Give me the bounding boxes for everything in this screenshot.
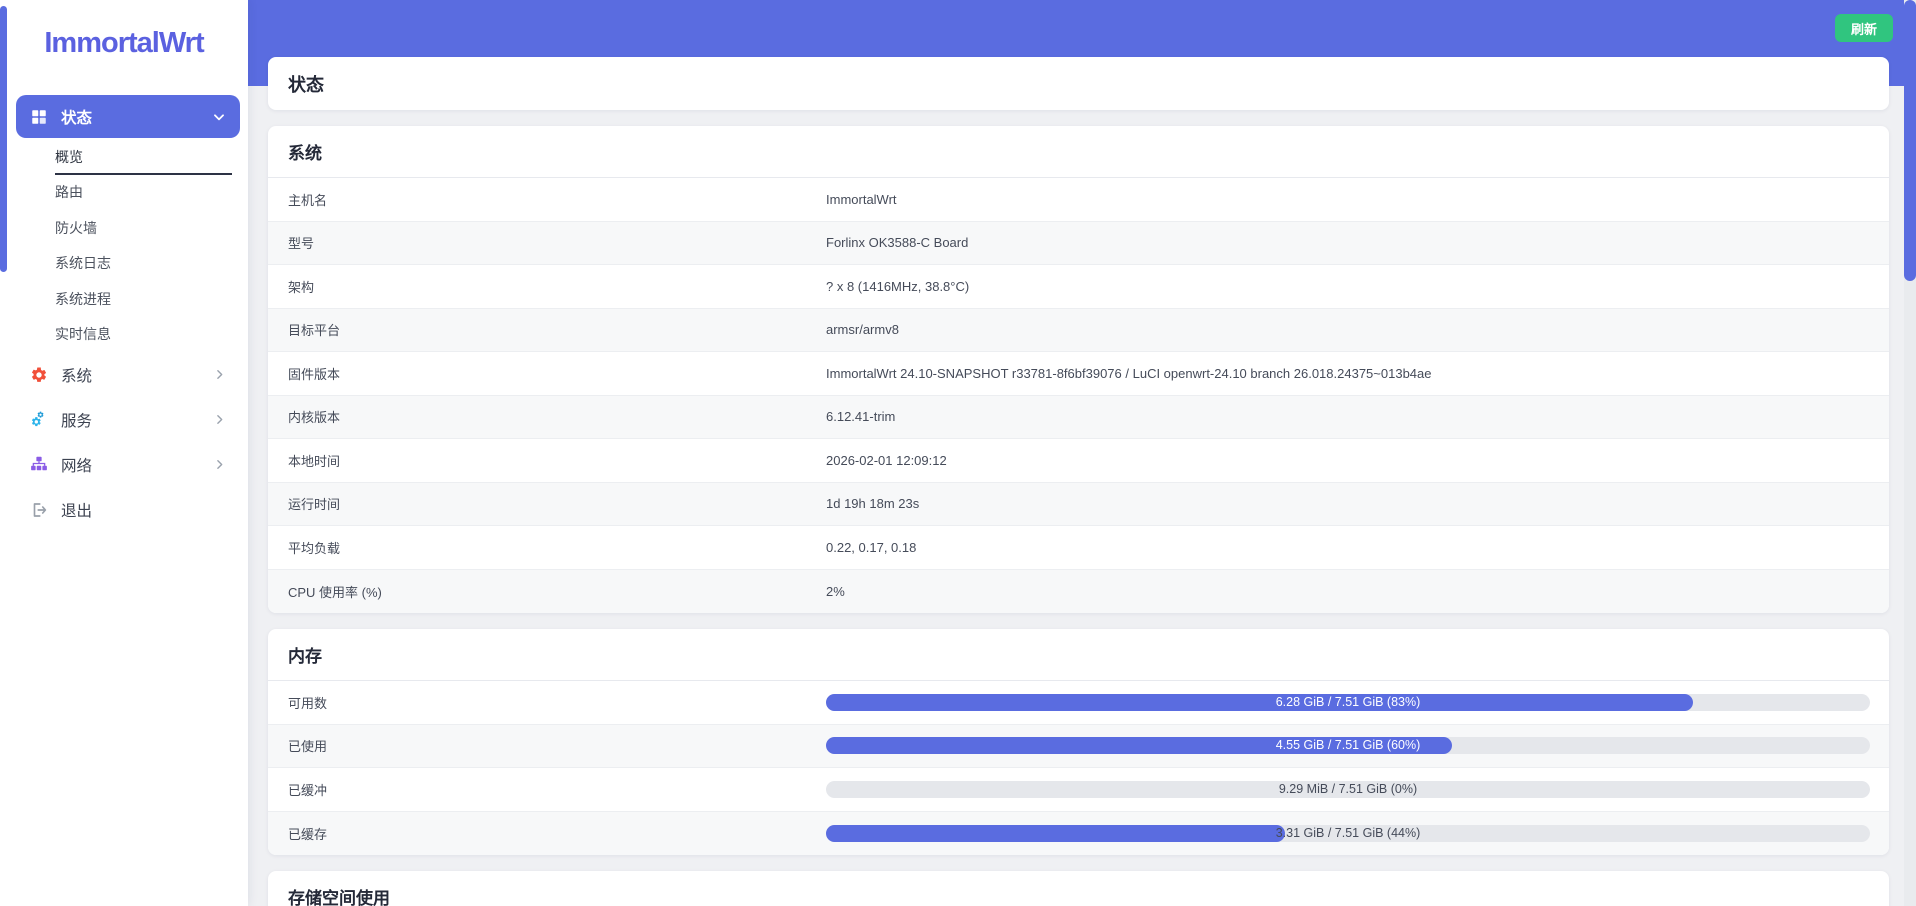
storage-card: 存储空间使用: [268, 871, 1889, 906]
chevron-down-icon: [212, 110, 226, 124]
table-row-local-time: 本地时间 2026-02-01 12:09:12: [268, 439, 1889, 483]
memory-card: 内存 可用数 6.28 GiB / 7.51 GiB (83%) 已使用 4.5…: [268, 629, 1889, 855]
memory-table: 可用数 6.28 GiB / 7.51 GiB (83%) 已使用 4.55 G…: [268, 681, 1889, 855]
chevron-right-icon: [213, 413, 226, 426]
table-row-kernel-version: 内核版本 6.12.41-trim: [268, 395, 1889, 439]
memory-card-header: 内存: [268, 629, 1889, 681]
system-card: 系统 主机名 ImmortalWrt 型号 Forlinx OK3588-C B…: [268, 126, 1889, 613]
sidebar-subitem-realtime[interactable]: 实时信息: [0, 317, 248, 353]
sidebar-subitem-firewall[interactable]: 防火墙: [0, 210, 248, 246]
sidebar-item-logout[interactable]: 退出: [0, 487, 240, 532]
main-area: 刷新 状态 系统 主机名 ImmortalWrt 型号 Forlinx OK35…: [248, 0, 1916, 906]
sidebar-item-status[interactable]: 状态: [16, 95, 240, 138]
sidebar-item-services[interactable]: 服务: [0, 397, 240, 442]
table-row-target-platform: 目标平台 armsr/armv8: [268, 308, 1889, 352]
memory-section-title: 内存: [288, 647, 322, 666]
table-row-uptime: 运行时间 1d 19h 18m 23s: [268, 482, 1889, 526]
sidebar-item-label: 服务: [61, 412, 93, 430]
table-row-hostname: 主机名 ImmortalWrt: [268, 178, 1889, 222]
memory-row-cached: 已缓存 3.31 GiB / 7.51 GiB (44%): [268, 811, 1889, 855]
sidebar-item-system[interactable]: 系统: [0, 352, 240, 397]
sidebar-subitem-routes[interactable]: 路由: [0, 175, 248, 211]
sidebar-item-network[interactable]: 网络: [0, 442, 240, 487]
content: 状态 系统 主机名 ImmortalWrt 型号 Forlinx OK3588-…: [248, 0, 1916, 906]
sidebar-subitem-processes[interactable]: 系统进程: [0, 281, 248, 317]
memory-cached-progressbar: 3.31 GiB / 7.51 GiB (44%): [826, 824, 1870, 842]
sidebar-item-label: 系统: [61, 367, 93, 385]
system-section-title: 系统: [288, 144, 322, 163]
page-title-card: 状态: [268, 57, 1889, 110]
table-row-load-average: 平均负载 0.22, 0.17, 0.18: [268, 526, 1889, 570]
network-sitemap-icon: [30, 456, 48, 474]
page-title: 状态: [288, 74, 324, 95]
table-row-architecture: 架构 ? x 8 (1416MHz, 38.8°C): [268, 265, 1889, 309]
table-row-model: 型号 Forlinx OK3588-C Board: [268, 221, 1889, 265]
sidebar-item-label: 网络: [61, 457, 93, 475]
storage-card-header: 存储空间使用: [268, 871, 1889, 906]
sidebar-item-label: 退出: [61, 502, 93, 520]
memory-row-buffered: 已缓冲 9.29 MiB / 7.51 GiB (0%): [268, 768, 1889, 812]
memory-buffered-progressbar: 9.29 MiB / 7.51 GiB (0%): [826, 780, 1870, 798]
sidebar-subitem-overview[interactable]: 概览: [0, 139, 248, 175]
memory-row-available: 可用数 6.28 GiB / 7.51 GiB (83%): [268, 681, 1889, 725]
logout-icon: [30, 501, 48, 519]
app-logo: ImmortalWrt: [44, 26, 204, 59]
double-gear-icon: [30, 411, 48, 429]
system-table: 主机名 ImmortalWrt 型号 Forlinx OK3588-C Boar…: [268, 178, 1889, 613]
chevron-right-icon: [213, 458, 226, 471]
memory-used-progressbar: 4.55 GiB / 7.51 GiB (60%): [826, 737, 1870, 755]
table-row-firmware-version: 固件版本 ImmortalWrt 24.10-SNAPSHOT r33781-8…: [268, 352, 1889, 396]
page-scrollbar-track[interactable]: [1904, 0, 1916, 906]
gear-icon: [30, 366, 48, 384]
sidebar-item-label: 状态: [61, 109, 93, 127]
page-scrollbar-thumb[interactable]: [1904, 0, 1916, 281]
dashboard-grid-icon: [30, 108, 48, 126]
chevron-right-icon: [213, 368, 226, 381]
sidebar: ImmortalWrt 状态 概览 路由 防火墙 系统日志 系统进程 实时信息 …: [0, 0, 248, 906]
storage-section-title: 存储空间使用: [288, 889, 390, 906]
memory-row-used: 已使用 4.55 GiB / 7.51 GiB (60%): [268, 724, 1889, 768]
table-row-cpu-usage: CPU 使用率 (%) 2%: [268, 569, 1889, 613]
status-submenu: 概览 路由 防火墙 系统日志 系统进程 实时信息: [0, 138, 248, 352]
sidebar-subitem-syslog[interactable]: 系统日志: [0, 246, 248, 282]
system-card-header: 系统: [268, 126, 1889, 178]
sidebar-nav: 状态 概览 路由 防火墙 系统日志 系统进程 实时信息 系统 服务 网络 退出: [0, 95, 248, 532]
app-root: ImmortalWrt 状态 概览 路由 防火墙 系统日志 系统进程 实时信息 …: [0, 0, 1916, 906]
memory-available-progressbar: 6.28 GiB / 7.51 GiB (83%): [826, 693, 1870, 711]
